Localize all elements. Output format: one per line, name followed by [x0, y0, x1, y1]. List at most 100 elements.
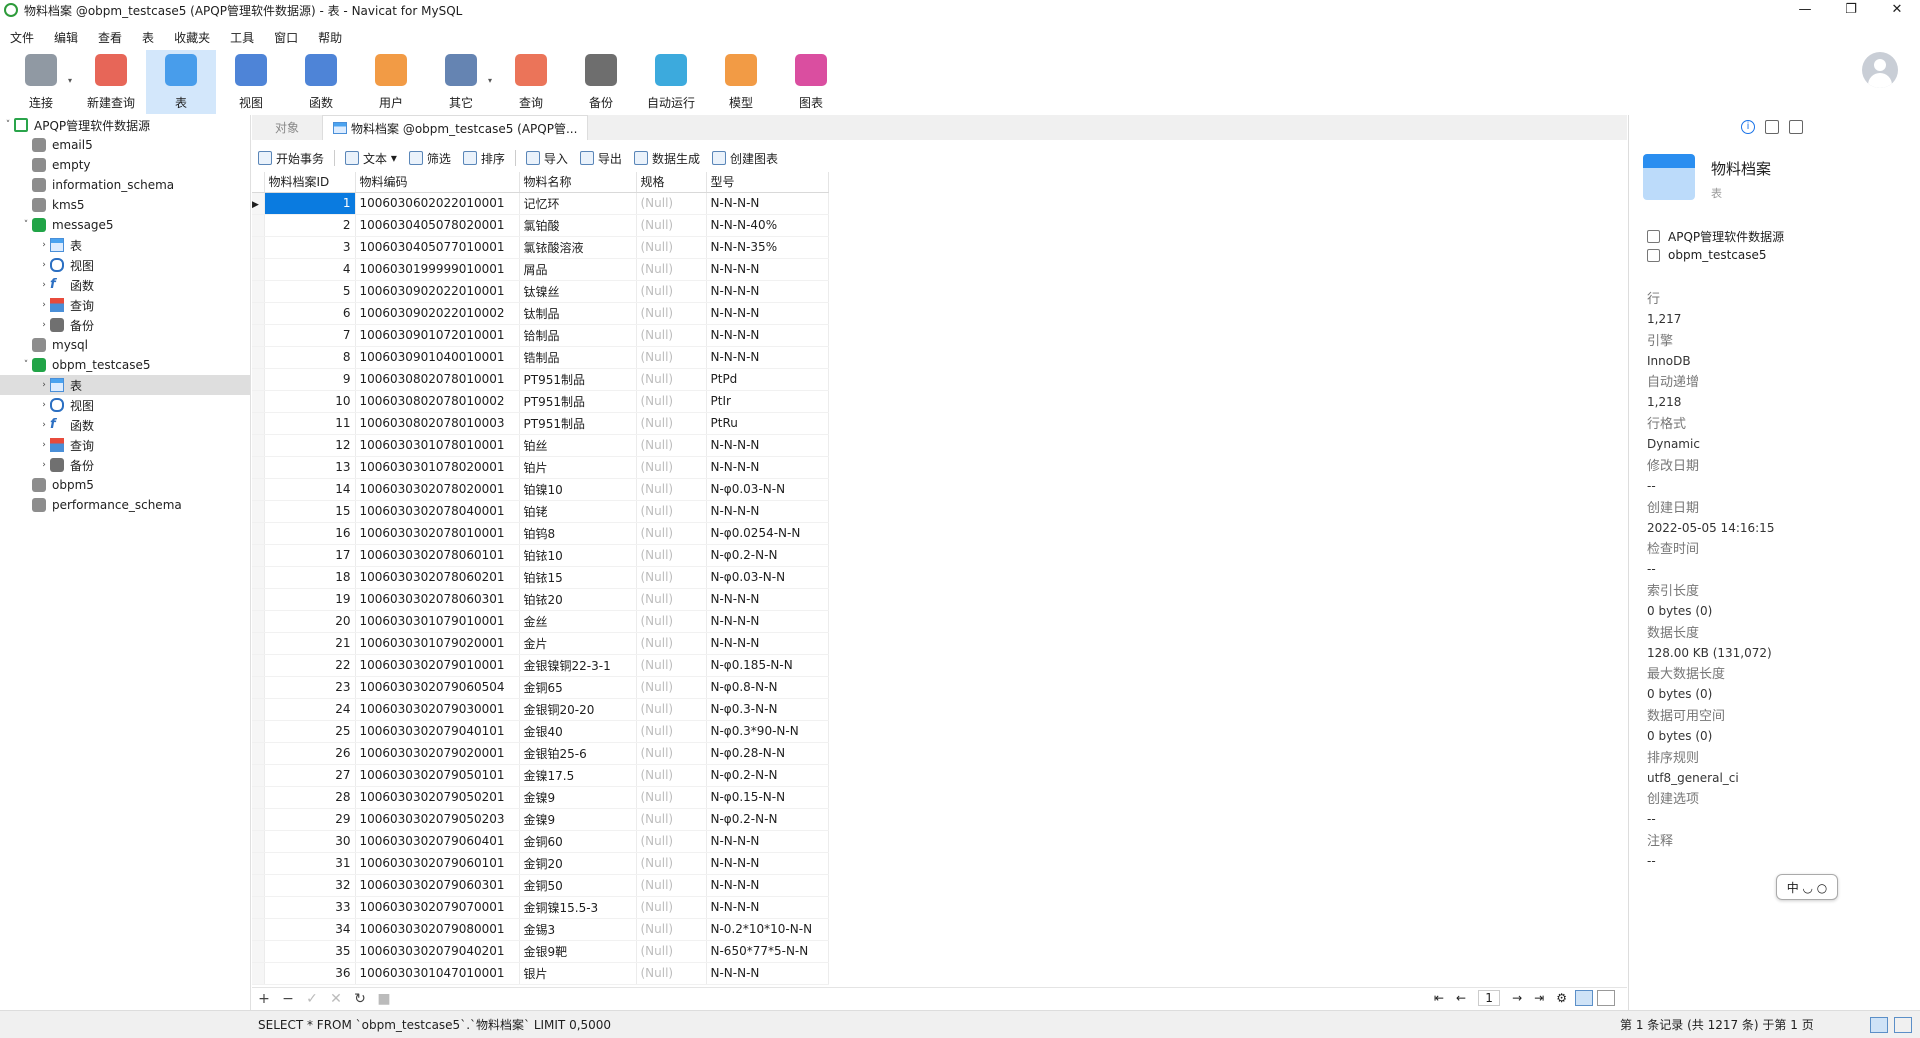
export-button[interactable]: 导出	[579, 150, 622, 167]
cell-id[interactable]: 17	[264, 544, 356, 567]
cell-name[interactable]: 金银铂25-6	[519, 742, 637, 765]
cell-id[interactable]: 22	[264, 654, 356, 677]
cell-model[interactable]: PtIr	[706, 390, 829, 413]
cell-model[interactable]: N-φ0.0254-N-N	[706, 522, 829, 545]
table-row[interactable]: 6 1006030902022010002 钛制品 (Null) N-N-N-N	[252, 302, 829, 325]
cell-name[interactable]: 金银9靶	[519, 940, 637, 963]
cell-id[interactable]: 21	[264, 632, 356, 655]
cell-spec[interactable]: (Null)	[636, 192, 707, 215]
tab-table-data[interactable]: 物料档案 @obpm_testcase5 (APQP管...	[322, 115, 589, 140]
tree-item[interactable]: › f 函数	[0, 275, 250, 295]
cell-spec[interactable]: (Null)	[636, 302, 707, 325]
cell-code[interactable]: 1006030901040010001	[355, 346, 520, 369]
cell-code[interactable]: 1006030902022010001	[355, 280, 520, 303]
table-row[interactable]: 10 1006030802078010002 PT951制品 (Null) PtIr	[252, 390, 829, 413]
table-row[interactable]: 7 1006030901072010001 铪制品 (Null) N-N-N-N	[252, 324, 829, 347]
tree-item[interactable]: › 表	[0, 235, 250, 255]
cell-code[interactable]: 1006030802078010003	[355, 412, 520, 435]
cell-model[interactable]: N-φ0.28-N-N	[706, 742, 829, 765]
cell-id[interactable]: 33	[264, 896, 356, 919]
cell-model[interactable]: N-φ0.185-N-N	[706, 654, 829, 677]
settings-icon[interactable]: ⚙	[1556, 991, 1567, 1005]
table-row[interactable]: 19 1006030302078060301 铂铱20 (Null) N-N-N-N	[252, 588, 829, 611]
stop-button[interactable]: ■	[372, 991, 396, 1007]
table-row[interactable]: 22 1006030302079010001 金银镍铜22-3-1 (Null) N-φ…	[252, 654, 829, 677]
cell-code[interactable]: 1006030302078060101	[355, 544, 520, 567]
cell-spec[interactable]: (Null)	[636, 654, 707, 677]
chevron-down-icon[interactable]: ˅	[20, 220, 32, 230]
cell-code[interactable]: 1006030302079050203	[355, 808, 520, 831]
cell-spec[interactable]: (Null)	[636, 258, 707, 281]
table-row[interactable]: 2 1006030405078020001 氯铂酸 (Null) N-N-N-40%	[252, 214, 829, 237]
cell-model[interactable]: PtPd	[706, 368, 829, 391]
toolbar-view-button[interactable]: 视图	[216, 50, 286, 114]
import-button[interactable]: 导入	[525, 150, 568, 167]
cell-id[interactable]: 32	[264, 874, 356, 897]
cell-model[interactable]: N-φ0.8-N-N	[706, 676, 829, 699]
table-row[interactable]: 34 1006030302079080001 金锡3 (Null) N-0.2*10*1…	[252, 918, 829, 941]
cell-id[interactable]: 29	[264, 808, 356, 831]
tree-item[interactable]: mysql	[0, 335, 250, 355]
table-row[interactable]: 28 1006030302079050201 金镍9 (Null) N-φ0.15-N-…	[252, 786, 829, 809]
menu-favorites[interactable]: 收藏夹	[164, 29, 220, 46]
tree-item[interactable]: › 视图	[0, 255, 250, 275]
cell-id[interactable]: 12	[264, 434, 356, 457]
table-row[interactable]: 9 1006030802078010001 PT951制品 (Null) PtPd	[252, 368, 829, 391]
tree-item[interactable]: information_schema	[0, 175, 250, 195]
cell-model[interactable]: N-N-N-N	[706, 258, 829, 281]
table-row[interactable]: 27 1006030302079050101 金镍17.5 (Null) N-φ0.2-…	[252, 764, 829, 787]
cell-id[interactable]: 4	[264, 258, 356, 281]
dropdown-caret-icon[interactable]: ▾	[488, 76, 492, 85]
chevron-right-icon[interactable]: ›	[38, 320, 50, 330]
tab-objects[interactable]: 对象	[252, 115, 322, 140]
cell-id[interactable]: 7	[264, 324, 356, 347]
menu-window[interactable]: 窗口	[264, 29, 308, 46]
cell-spec[interactable]: (Null)	[636, 478, 707, 501]
cell-id[interactable]: 11	[264, 412, 356, 435]
cell-model[interactable]: N-N-N-N	[706, 346, 829, 369]
user-avatar[interactable]	[1862, 52, 1898, 88]
chevron-down-icon[interactable]: ˅	[20, 360, 32, 370]
add-record-button[interactable]: +	[252, 991, 276, 1007]
cell-model[interactable]: N-N-N-N	[706, 280, 829, 303]
cell-spec[interactable]: (Null)	[636, 852, 707, 875]
cell-model[interactable]: N-N-N-40%	[706, 214, 829, 237]
chevron-right-icon[interactable]: ›	[38, 280, 50, 290]
cell-name[interactable]: PT951制品	[519, 390, 637, 413]
table-row[interactable]: 29 1006030302079050203 金镍9 (Null) N-φ0.2-N-N	[252, 808, 829, 831]
column-header[interactable]: 规格	[636, 172, 707, 193]
cell-spec[interactable]: (Null)	[636, 588, 707, 611]
cell-spec[interactable]: (Null)	[636, 874, 707, 897]
cell-id[interactable]: 9	[264, 368, 356, 391]
toolbar-new-query-button[interactable]: 新建查询	[76, 50, 146, 114]
cell-name[interactable]: 金丝	[519, 610, 637, 633]
cell-name[interactable]: 金铜50	[519, 874, 637, 897]
cell-code[interactable]: 1006030405077010001	[355, 236, 520, 259]
cell-model[interactable]: N-φ0.3-N-N	[706, 698, 829, 721]
cell-name[interactable]: PT951制品	[519, 368, 637, 391]
cell-id[interactable]: 30	[264, 830, 356, 853]
cell-id[interactable]: 16	[264, 522, 356, 545]
cell-model[interactable]: N-N-N-N	[706, 896, 829, 919]
cell-model[interactable]: PtRu	[706, 412, 829, 435]
cell-code[interactable]: 1006030302078020001	[355, 478, 520, 501]
cell-spec[interactable]: (Null)	[636, 456, 707, 479]
cell-model[interactable]: N-N-N-N	[706, 500, 829, 523]
table-row[interactable]: 24 1006030302079030001 金银铜20-20 (Null) N-φ0.…	[252, 698, 829, 721]
cell-model[interactable]: N-N-N-N	[706, 852, 829, 875]
panel-toggle-left-button[interactable]	[1870, 1016, 1888, 1033]
cell-code[interactable]: 1006030802078010002	[355, 390, 520, 413]
toolbar-function-button[interactable]: 函数	[286, 50, 356, 114]
cell-model[interactable]: N-N-N-N	[706, 610, 829, 633]
table-row[interactable]: 32 1006030302079060301 金铜50 (Null) N-N-N-N	[252, 874, 829, 897]
cell-code[interactable]: 1006030302079050101	[355, 764, 520, 787]
cell-code[interactable]: 1006030302079060101	[355, 852, 520, 875]
cell-spec[interactable]: (Null)	[636, 368, 707, 391]
menu-view[interactable]: 查看	[88, 29, 132, 46]
tree-item[interactable]: › 备份	[0, 315, 250, 335]
cell-name[interactable]: 金镍9	[519, 808, 637, 831]
cell-name[interactable]: 金片	[519, 632, 637, 655]
cell-id[interactable]: 19	[264, 588, 356, 611]
cell-model[interactable]: N-N-N-N	[706, 324, 829, 347]
panel-toggle-right-button[interactable]	[1894, 1016, 1912, 1033]
